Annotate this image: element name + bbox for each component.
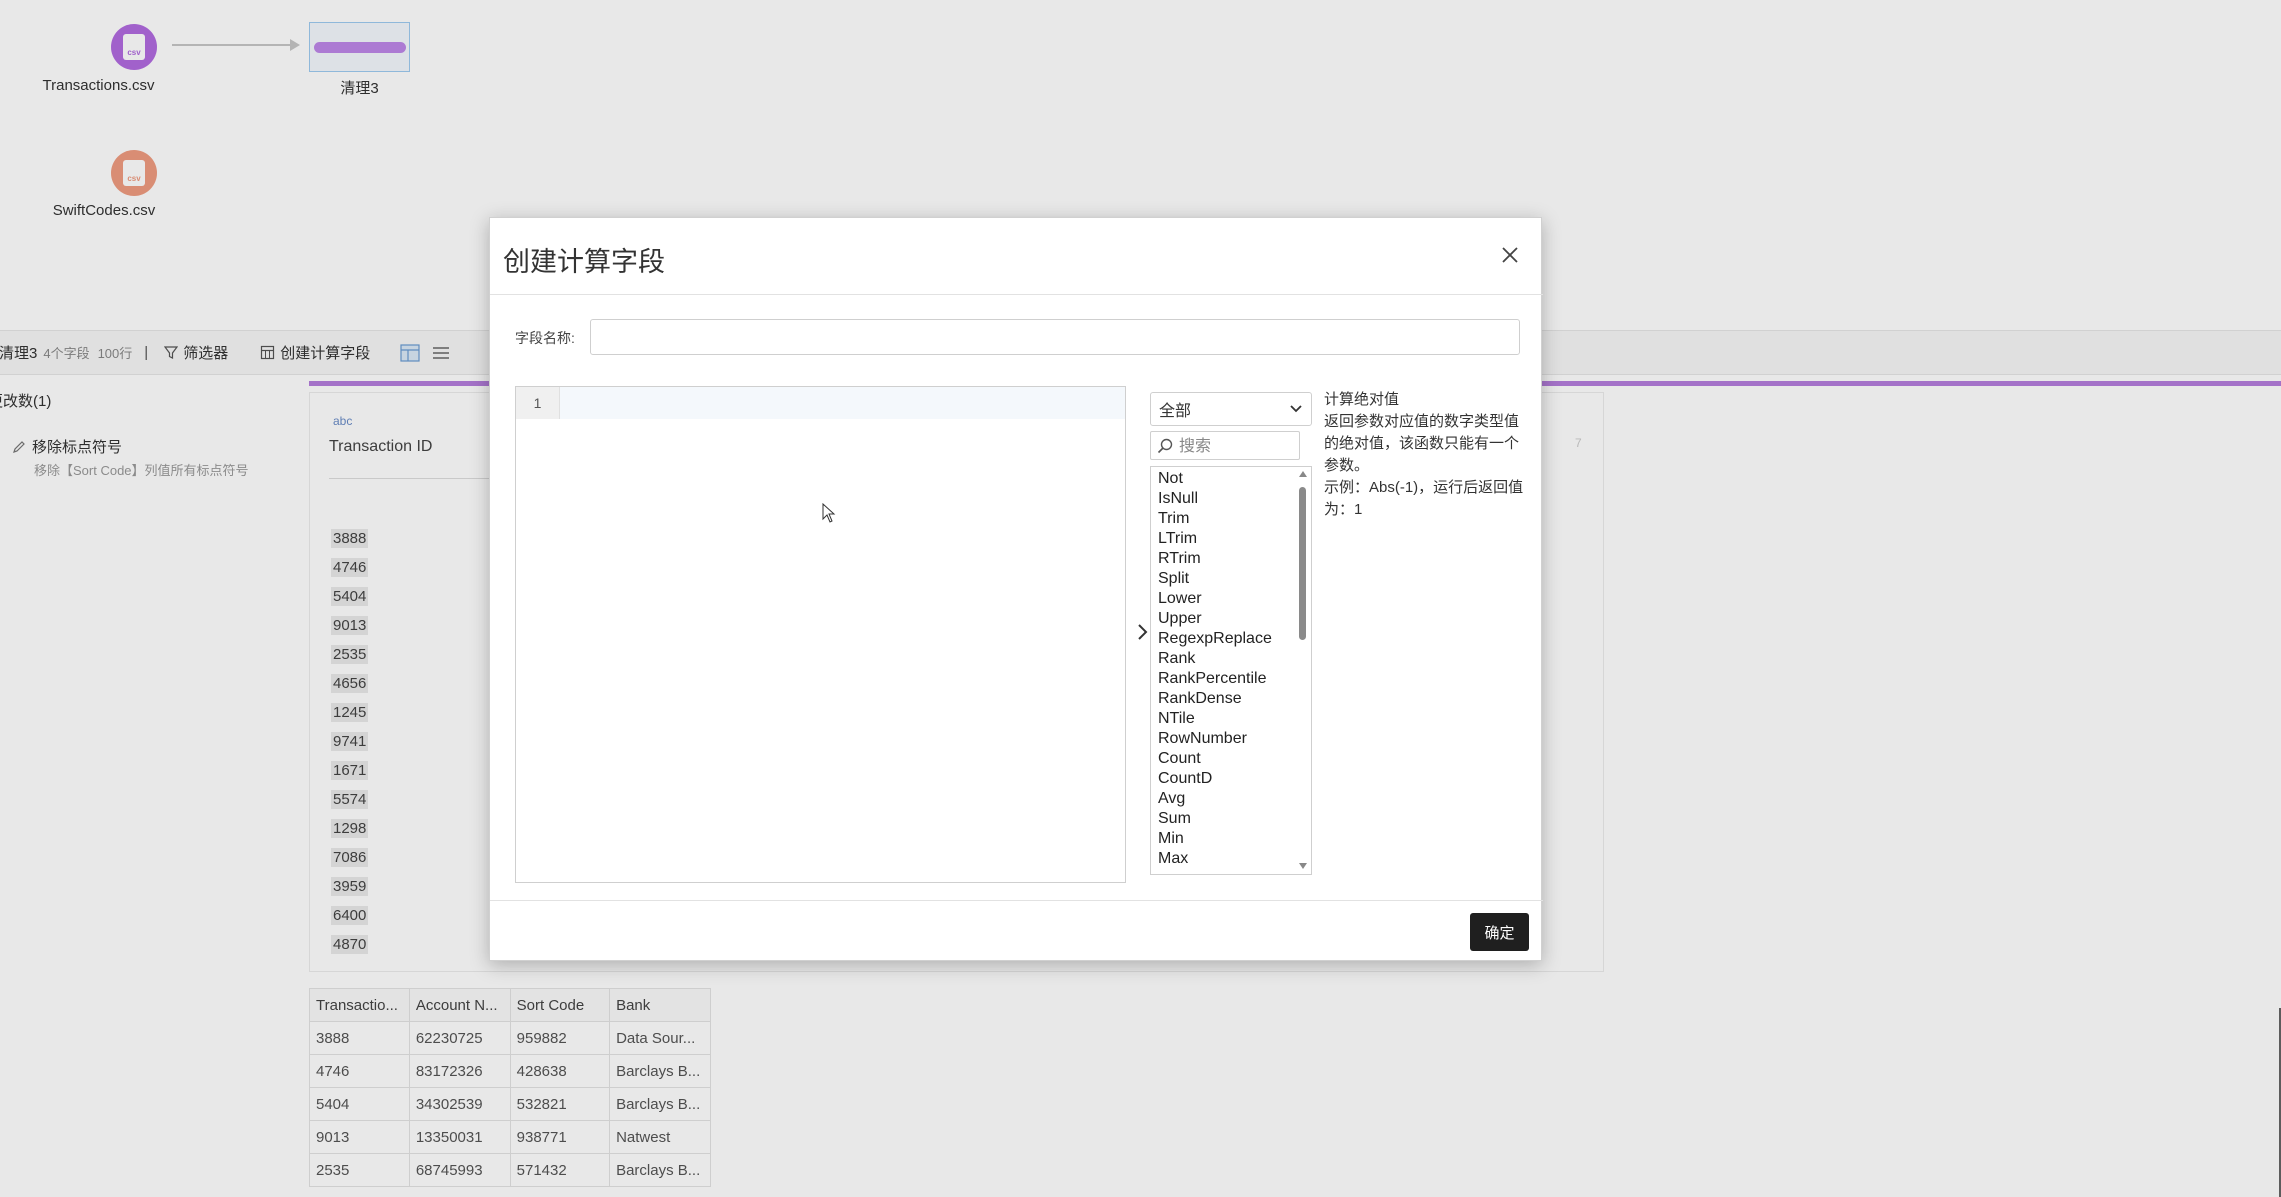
- scroll-thumb[interactable]: [1299, 487, 1306, 640]
- function-item[interactable]: Split: [1158, 569, 1272, 589]
- close-button[interactable]: [1495, 240, 1525, 270]
- dialog-footer-divider: [490, 900, 1543, 901]
- function-item[interactable]: Trim: [1158, 509, 1272, 529]
- editor-line-number: 1: [516, 387, 560, 419]
- function-description-title: 计算绝对值: [1324, 391, 1400, 408]
- function-item[interactable]: NTile: [1158, 709, 1272, 729]
- category-selected-value: 全部: [1159, 403, 1192, 420]
- scroll-up-icon[interactable]: [1299, 471, 1307, 477]
- function-description-example: 示例：Abs(-1)，运行后返回值为：1: [1324, 479, 1524, 518]
- function-description-body: 返回参数对应值的数字类型值的绝对值，该函数只能有一个参数。: [1324, 413, 1520, 474]
- function-search[interactable]: [1150, 431, 1300, 460]
- function-item[interactable]: RTrim: [1158, 549, 1272, 569]
- dialog-header-divider: [490, 294, 1543, 295]
- field-name-label: 字段名称:: [515, 330, 575, 346]
- field-name-input[interactable]: [590, 319, 1520, 355]
- dialog-title: 创建计算字段: [503, 247, 665, 278]
- function-item[interactable]: RankPercentile: [1158, 669, 1272, 689]
- function-search-input[interactable]: [1179, 436, 1289, 455]
- function-item[interactable]: RowNumber: [1158, 729, 1272, 749]
- function-item[interactable]: Rank: [1158, 649, 1272, 669]
- chevron-down-icon: [1290, 405, 1302, 413]
- formula-editor[interactable]: 1: [515, 386, 1126, 883]
- function-item[interactable]: RegexpReplace: [1158, 629, 1272, 649]
- function-item[interactable]: Upper: [1158, 609, 1272, 629]
- function-item[interactable]: Sum: [1158, 809, 1272, 829]
- confirm-button[interactable]: 确定: [1470, 913, 1529, 951]
- function-item[interactable]: Avg: [1158, 789, 1272, 809]
- function-list-scrollbar[interactable]: [1294, 467, 1311, 874]
- function-item[interactable]: IsNull: [1158, 489, 1272, 509]
- function-item[interactable]: LTrim: [1158, 529, 1272, 549]
- function-list[interactable]: Not IsNull Trim LTrim RTrim Split Lower Upper Re…: [1150, 466, 1312, 875]
- function-item[interactable]: Not: [1158, 469, 1272, 489]
- editor-active-line[interactable]: [560, 387, 1125, 419]
- function-item[interactable]: RankDense: [1158, 689, 1272, 709]
- function-item[interactable]: Min: [1158, 829, 1272, 849]
- function-description: 计算绝对值 返回参数对应值的数字类型值的绝对值，该函数只能有一个参数。 示例：A…: [1324, 389, 1532, 521]
- function-item[interactable]: Max: [1158, 849, 1272, 869]
- function-item[interactable]: Count: [1158, 749, 1272, 769]
- mouse-cursor-icon: [822, 503, 836, 523]
- function-item[interactable]: Lower: [1158, 589, 1272, 609]
- close-icon: [1502, 247, 1518, 263]
- function-category-select[interactable]: 全部: [1150, 392, 1312, 426]
- scroll-down-icon[interactable]: [1299, 863, 1307, 869]
- function-items: Not IsNull Trim LTrim RTrim Split Lower Upper Re…: [1158, 469, 1272, 869]
- search-icon: [1157, 438, 1173, 453]
- function-item[interactable]: CountD: [1158, 769, 1272, 789]
- create-calc-field-dialog: 创建计算字段 字段名称: 1 全部 NotIsNullTrimLTrimRTri…: [489, 217, 1543, 961]
